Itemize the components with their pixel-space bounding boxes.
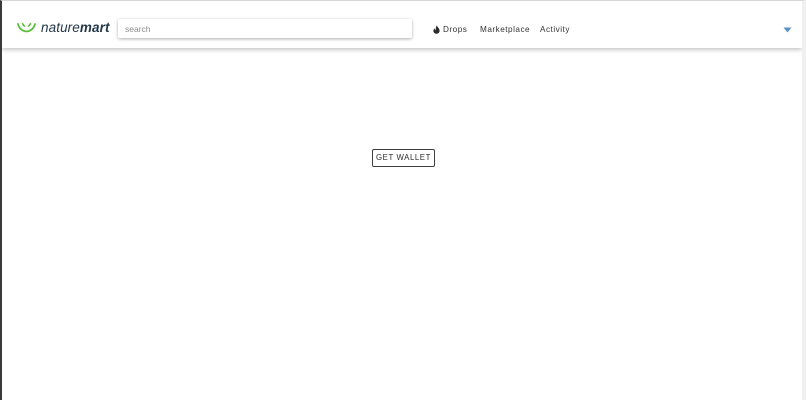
app-window: naturemart Drops Marketplace Activity GE…	[0, 0, 806, 400]
nav-drops[interactable]: Drops	[433, 20, 467, 38]
account-menu-toggle[interactable]	[781, 25, 793, 35]
nav-marketplace[interactable]: Marketplace	[480, 20, 530, 38]
search-input[interactable]	[118, 19, 412, 38]
caret-down-icon	[783, 27, 791, 33]
brand-name-bold: mart	[79, 19, 110, 35]
brand-logo[interactable]: naturemart	[17, 18, 110, 36]
nav-activity[interactable]: Activity	[540, 20, 570, 38]
leaf-smile-logo-icon	[17, 22, 36, 32]
top-navbar: naturemart Drops Marketplace Activity	[2, 1, 802, 48]
brand-name: naturemart	[41, 20, 110, 35]
brand-name-light: nature	[41, 19, 80, 35]
nav-marketplace-label: Marketplace	[480, 24, 531, 34]
get-wallet-button[interactable]: GET WALLET	[372, 149, 435, 167]
nav-activity-label: Activity	[540, 24, 570, 34]
fire-icon	[433, 24, 440, 34]
nav-drops-label: Drops	[443, 24, 468, 34]
